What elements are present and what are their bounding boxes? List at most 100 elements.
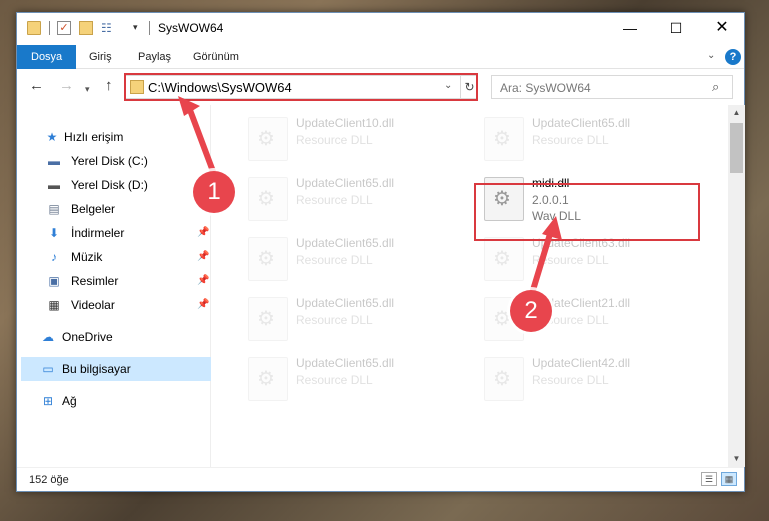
gear-icon: ⚙ xyxy=(493,128,511,150)
gear-icon: ⚙ xyxy=(493,248,511,270)
dll-file-icon: ⚙ xyxy=(248,297,288,341)
maximize-button[interactable]: ☐ xyxy=(653,13,699,43)
sidebar-item[interactable]: ▬ Yerel Disk (C:) xyxy=(17,149,211,173)
sidebar-item[interactable]: ★ Hızlı erişim xyxy=(17,125,211,149)
tab-view[interactable]: Görünüm xyxy=(179,45,253,69)
sidebar-item[interactable]: ▭ Bu bilgisayar xyxy=(21,357,211,381)
file-tile[interactable]: ⚙ UpdateClient42.dll Resource DLL xyxy=(478,351,710,405)
file-name: UpdateClient65.dll xyxy=(532,116,631,130)
file-list: ⚙ UpdateClient10.dll Resource DLL ⚙ UpdateCl… xyxy=(212,105,728,467)
explorer-window: ✓ ☷ ▾ SysWOW64 — ☐ ✕ Dosya Giriş Paylaş … xyxy=(16,12,745,492)
search-box[interactable]: Ara: SysWOW64 ⌕ xyxy=(491,75,733,99)
scroll-down-icon[interactable]: ▼ xyxy=(728,451,745,467)
sidebar-item-label: Hızlı erişim xyxy=(64,130,124,144)
file-tile[interactable]: ⚙ UpdateClient65.dll Resource DLL xyxy=(242,351,474,405)
file-detail: Resource DLL xyxy=(532,253,609,267)
dll-file-icon: ⚙ xyxy=(248,357,288,401)
sidebar-item[interactable]: ▤ Belgeler xyxy=(17,197,211,221)
music-icon: ♪ xyxy=(51,250,57,264)
videos-icon: ▦ xyxy=(48,298,60,312)
step-2-badge: 2 xyxy=(510,290,552,332)
download-icon: ⬇ xyxy=(48,226,60,240)
file-detail: Resource DLL xyxy=(532,133,609,147)
sidebar-item-label: OneDrive xyxy=(62,330,113,344)
sidebar-item[interactable]: ☁ OneDrive xyxy=(17,325,211,349)
recent-locations-icon[interactable]: ▾ xyxy=(85,81,90,97)
documents-icon: ▤ xyxy=(48,202,60,216)
help-icon[interactable]: ? xyxy=(725,49,741,65)
dll-file-icon: ⚙ xyxy=(484,237,524,281)
title-bar: ✓ ☷ ▾ SysWOW64 — ☐ ✕ xyxy=(17,13,744,45)
sidebar-item[interactable]: ▣ Resimler 📌 xyxy=(17,269,211,293)
sidebar-item[interactable]: ▦ Videolar 📌 xyxy=(17,293,211,317)
properties-check-icon[interactable]: ✓ xyxy=(57,21,71,35)
sidebar-item-label: Yerel Disk (D:) xyxy=(71,178,148,192)
scroll-up-icon[interactable]: ▲ xyxy=(728,105,745,121)
scroll-thumb[interactable] xyxy=(730,123,743,173)
file-tile[interactable]: ⚙ UpdateClient65.dll Resource DLL xyxy=(242,171,474,225)
gear-icon: ⚙ xyxy=(257,188,275,210)
sidebar-item[interactable]: ⬇ İndirmeler 📌 xyxy=(17,221,211,245)
gear-icon: ⚙ xyxy=(257,368,275,390)
vertical-scrollbar[interactable]: ▲ ▼ xyxy=(728,105,745,467)
file-tile[interactable]: ⚙ UpdateClient10.dll Resource DLL xyxy=(242,111,474,165)
gear-icon: ⚙ xyxy=(257,308,275,330)
up-button[interactable]: ↑ xyxy=(105,78,113,94)
status-bar: 152 öğe ☰ ▦ xyxy=(17,467,744,491)
tiles-view-icon[interactable]: ▦ xyxy=(721,472,737,486)
sidebar-item-label: Müzik xyxy=(71,250,103,264)
pin-icon[interactable]: 📌 xyxy=(197,221,209,245)
file-detail: Resource DLL xyxy=(296,193,373,207)
sidebar-item[interactable]: ♪ Müzik 📌 xyxy=(17,245,211,269)
drive-icon: ▬ xyxy=(48,154,60,168)
file-tile[interactable]: ⚙ UpdateClient65.dll Resource DLL xyxy=(478,111,710,165)
gear-icon: ⚙ xyxy=(257,128,275,150)
dll-file-icon: ⚙ xyxy=(248,237,288,281)
sidebar-item-label: Resimler xyxy=(71,274,119,288)
file-detail: Resource DLL xyxy=(296,253,373,267)
sidebar-item-label: İndirmeler xyxy=(71,226,125,240)
sidebar-item-label: Belgeler xyxy=(71,202,116,216)
gear-icon: ⚙ xyxy=(493,308,511,330)
minimize-button[interactable]: — xyxy=(607,13,653,43)
pin-icon[interactable]: 📌 xyxy=(197,293,209,317)
window-title: SysWOW64 xyxy=(158,21,224,35)
close-button[interactable]: ✕ xyxy=(699,13,745,43)
toolbar-divider xyxy=(49,21,50,35)
forward-button[interactable]: → xyxy=(59,78,74,94)
item-count: 152 öğe xyxy=(29,474,69,486)
tab-file[interactable]: Dosya xyxy=(17,45,77,69)
dll-file-icon: ⚙ xyxy=(484,117,524,161)
search-input[interactable]: Ara: SysWOW64 xyxy=(500,81,591,95)
file-detail: Resource DLL xyxy=(296,313,373,327)
tab-share[interactable]: Paylaş xyxy=(124,45,185,69)
file-tile[interactable]: ⚙ UpdateClient65.dll Resource DLL xyxy=(242,291,474,345)
star-icon: ★ xyxy=(46,130,58,144)
ribbon-tabs: Dosya Giriş Paylaş Görünüm ⌄ ? xyxy=(17,45,744,69)
network-icon: ⊞ xyxy=(42,394,54,408)
pin-icon[interactable]: 📌 xyxy=(197,245,209,269)
address-highlight-box xyxy=(124,73,478,101)
dll-file-icon: ⚙ xyxy=(248,117,288,161)
quick-access-dropdown-icon[interactable]: ▾ xyxy=(133,22,138,33)
new-folder-icon[interactable] xyxy=(79,21,93,35)
customize-toolbar-icon[interactable]: ☷ xyxy=(101,21,115,35)
sidebar-item[interactable]: ⊞ Ağ xyxy=(17,389,211,413)
file-detail: Resource DLL xyxy=(296,133,373,147)
file-name: UpdateClient65.dll xyxy=(296,236,395,250)
folder-icon xyxy=(27,21,41,35)
sidebar-item[interactable]: ▬ Yerel Disk (D:) xyxy=(17,173,211,197)
search-icon[interactable]: ⌕ xyxy=(712,79,719,95)
sidebar-item-label: Yerel Disk (C:) xyxy=(71,154,148,168)
cloud-icon: ☁ xyxy=(42,330,54,344)
navigation-bar: ← → ▾ ↑ C:\Windows\SysWOW64 ⌄ ↻ Ara: Sys… xyxy=(17,69,744,105)
expand-ribbon-icon[interactable]: ⌄ xyxy=(707,50,715,61)
dll-file-icon: ⚙ xyxy=(248,177,288,221)
gear-icon: ⚙ xyxy=(493,368,511,390)
pin-icon[interactable]: 📌 xyxy=(197,269,209,293)
sidebar-item-label: Bu bilgisayar xyxy=(62,362,131,376)
back-button[interactable]: ← xyxy=(29,78,44,94)
file-tile[interactable]: ⚙ UpdateClient65.dll Resource DLL xyxy=(242,231,474,285)
details-view-icon[interactable]: ☰ xyxy=(701,472,717,486)
tab-home[interactable]: Giriş xyxy=(75,45,126,69)
